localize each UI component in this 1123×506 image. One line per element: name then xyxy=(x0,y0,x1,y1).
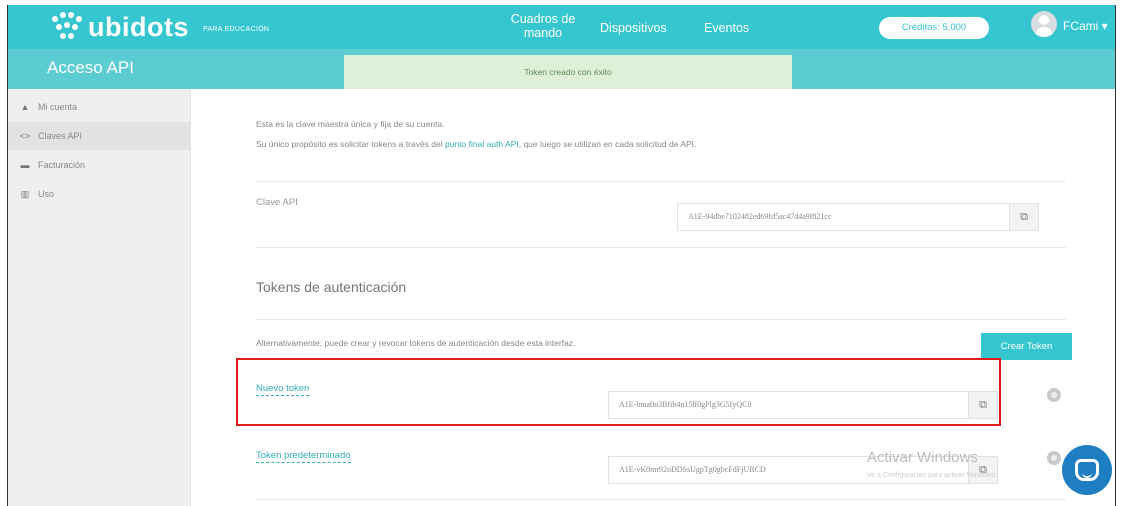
api-key-label: Clave API xyxy=(256,197,298,208)
page-title: Acceso API xyxy=(47,58,134,77)
sidebar-item-label: Uso xyxy=(38,189,55,199)
chart-icon: ▥ xyxy=(20,188,30,199)
sidebar-item-account[interactable]: ▲ Mi cuenta xyxy=(8,93,191,121)
divider xyxy=(256,499,1066,500)
top-navbar: ubidots PARA EDUCACIÓN Cuadros de mando … xyxy=(8,5,1115,49)
divider xyxy=(256,319,1066,320)
user-icon: ▲ xyxy=(20,102,30,112)
tokens-description: Alternativamente, puede crear y revocar … xyxy=(256,338,576,348)
sidebar-item-label: Claves API xyxy=(38,131,83,141)
nav-devices[interactable]: Dispositivos xyxy=(600,21,667,35)
page-header-bar: Acceso API Token creado con éxito xyxy=(8,49,1115,89)
nav-dashboards[interactable]: Cuadros de mando xyxy=(503,12,583,40)
brand-edition: PARA EDUCACIÓN xyxy=(202,25,270,33)
intro-text-1: Esta es la clave maestra única y fija de… xyxy=(256,119,445,129)
card-icon: ▬ xyxy=(20,160,30,170)
token-name-default[interactable]: Token predeterminado xyxy=(256,450,351,463)
chat-icon xyxy=(1075,459,1099,481)
activation-watermark-title: Activar Windows xyxy=(867,449,978,466)
main-content: Esta es la clave maestra única y fija de… xyxy=(191,89,1115,506)
brand-logo[interactable]: ubidots PARA EDUCACIÓN xyxy=(52,11,269,43)
copy-api-key-button[interactable]: ⧉ xyxy=(1009,203,1039,231)
highlight-box xyxy=(236,358,1001,426)
user-avatar-icon[interactable] xyxy=(1031,11,1057,37)
ubidots-logo-icon xyxy=(52,12,82,42)
chat-widget-button[interactable] xyxy=(1062,445,1112,495)
activation-watermark-sub: Ve a Configuración para activar Windows. xyxy=(867,472,997,479)
success-toast: Token creado con éxito xyxy=(344,55,792,89)
divider xyxy=(256,181,1066,182)
copy-icon: ⧉ xyxy=(1020,210,1028,223)
credits-badge[interactable]: Créditos: 5.000 xyxy=(879,17,989,39)
intro-text-post: , que luego se utilizan en cada solicitu… xyxy=(518,139,697,149)
sidebar-item-billing[interactable]: ▬ Facturación xyxy=(8,151,191,179)
user-menu[interactable]: FCami ▾ xyxy=(1063,19,1108,33)
nav-events[interactable]: Eventos xyxy=(704,21,749,35)
sidebar-item-label: Mi cuenta xyxy=(38,102,78,112)
sidebar-item-usage[interactable]: ▥ Uso xyxy=(8,180,191,208)
revoke-token-icon[interactable] xyxy=(1047,451,1061,465)
create-token-button[interactable]: Crear Token xyxy=(981,333,1072,360)
api-key-field[interactable]: A1E-94dbe7102482ed69fd5ac47d4a9f821cc xyxy=(677,203,1010,231)
sidebar: ▲ Mi cuenta <> Claves API ▬ Facturación … xyxy=(8,89,191,506)
sidebar-item-label: Facturación xyxy=(38,160,86,170)
intro-text-pre: Su único propósito es solicitar tokens a… xyxy=(256,139,445,149)
tokens-section-title: Tokens de autenticación xyxy=(256,279,407,295)
app-window: ubidots PARA EDUCACIÓN Cuadros de mando … xyxy=(7,5,1116,506)
intro-text-2: Su único propósito es solicitar tokens a… xyxy=(256,139,696,149)
brand-name: ubidots xyxy=(88,11,189,42)
divider xyxy=(256,247,1066,248)
code-icon: <> xyxy=(19,131,31,141)
auth-api-link[interactable]: punto final auth API xyxy=(445,139,519,149)
revoke-token-icon[interactable] xyxy=(1047,388,1061,402)
sidebar-item-api-keys[interactable]: <> Claves API xyxy=(8,122,191,150)
